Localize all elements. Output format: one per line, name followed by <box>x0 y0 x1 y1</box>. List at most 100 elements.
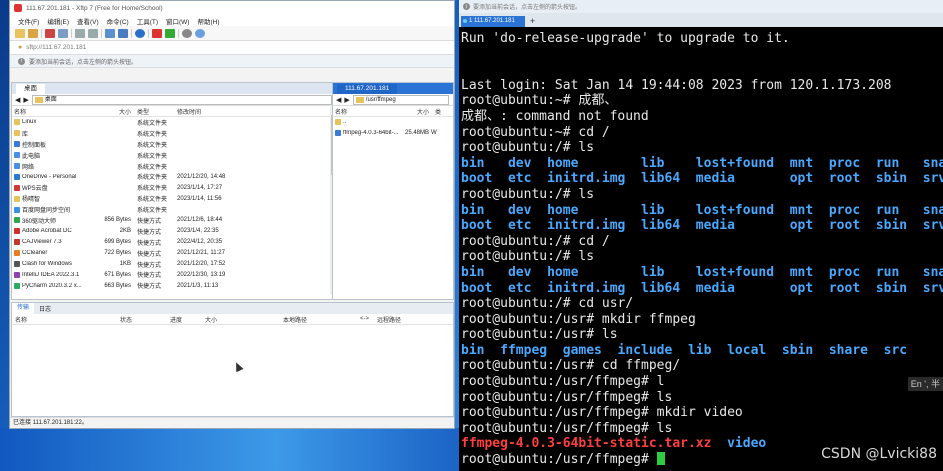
file-row[interactable]: 网络 系统文件夹 <box>12 161 336 172</box>
terminal-text: root@ubuntu:/usr# ls <box>461 327 618 343</box>
info-icon: i <box>18 57 25 65</box>
info-icon: i <box>463 3 470 10</box>
terminal-text: bin dev home lib lost+found mnt proc run… <box>461 202 943 218</box>
xfer-col-size[interactable]: 大小 <box>205 315 283 324</box>
file-row[interactable]: 百度网盘同步空间 系统文件夹 <box>12 204 336 215</box>
view-icon[interactable] <box>118 28 128 38</box>
terminal-text: root@ubuntu:/usr# cd ffmpeg/ <box>461 358 681 374</box>
file-size: 663 Bytes <box>104 282 131 289</box>
file-name: 网络 <box>12 162 91 171</box>
file-icon <box>335 119 341 126</box>
local-path-input[interactable]: 桌面 <box>31 94 332 105</box>
new-session-icon[interactable] <box>15 28 25 38</box>
file-row[interactable]: Clash for Windows 1KB 快捷方式 2021/12/20, 17:5… <box>12 259 336 270</box>
remote-file-row[interactable]: ffmpeg-4.0.3-64bit-... 25.48MB W <box>333 128 453 139</box>
reconnect-icon[interactable] <box>58 28 68 38</box>
disconnect-icon[interactable] <box>45 28 55 38</box>
copy-icon[interactable] <box>75 28 85 38</box>
paste-icon[interactable] <box>88 28 98 38</box>
menu-tools[interactable]: 工具(T) <box>137 16 158 26</box>
file-row[interactable]: CCleaner 722 Bytes 快捷方式 2021/12/21, 11:27 <box>12 248 336 259</box>
menu-help[interactable]: 帮助(H) <box>197 16 219 26</box>
tab-desktop[interactable]: 桌面 <box>16 83 45 94</box>
refresh-icon[interactable] <box>105 28 115 38</box>
xfer-col-progress[interactable]: 进度 <box>170 315 205 324</box>
file-size: 25.48MB <box>404 130 429 137</box>
file-name: 百度网盘同步空间 <box>12 205 91 214</box>
file-row[interactable]: OneDrive - Personal 系统文件夹 2021/12/20, 14:4… <box>12 171 336 182</box>
terminal-line: root@ubuntu:/# cd / <box>461 234 943 250</box>
file-panes: 桌面 ◀ ▶ 桌面 名称 大小 类型 修改时间 Linux 系统文件夹库系统文件夹… <box>10 82 454 300</box>
forward-arrow-icon[interactable]: ▶ <box>23 96 28 104</box>
col-type[interactable]: 类型 <box>137 107 177 116</box>
file-row[interactable]: 360驱动大师 856 Bytes 快捷方式 2021/12/6, 18:44 <box>12 215 336 226</box>
terminal-line: root@ubuntu:/usr/ffmpeg# l <box>461 374 943 390</box>
remote-file-row[interactable]: .. <box>333 117 453 128</box>
col-type[interactable]: 类 <box>435 107 447 116</box>
local-path-row: ◀ ▶ 桌面 <box>12 94 336 106</box>
terminal-line: root@ubuntu:/# ls <box>461 187 943 203</box>
file-name-text: OneDrive - Personal <box>22 173 77 180</box>
tab-remote-session[interactable]: 111.67.201.181 <box>337 83 398 94</box>
file-row[interactable]: WPS云盘 系统文件夹 2023/1/14, 17:27 <box>12 182 336 193</box>
transfer-icon[interactable] <box>165 28 175 38</box>
terminal-line: root@ubuntu:/# ls <box>461 249 943 265</box>
local-pane: 桌面 ◀ ▶ 桌面 名称 大小 类型 修改时间 Linux 系统文件夹库系统文件夹… <box>11 82 337 300</box>
xfer-col-direction[interactable]: <-> <box>360 316 377 322</box>
file-icon <box>14 271 20 278</box>
col-size[interactable]: 大小 <box>399 107 435 116</box>
new-tab-icon[interactable]: + <box>525 15 535 27</box>
file-name: 此电脑 <box>12 151 91 160</box>
menu-edit[interactable]: 编辑(E) <box>47 16 69 26</box>
back-arrow-icon[interactable]: ◀ <box>336 96 341 104</box>
xfer-col-remote-path[interactable]: 远程路径 <box>377 315 427 324</box>
terminal-line: 成都、: command not found <box>461 109 943 125</box>
file-row[interactable]: CAJViewer 7.3 699 Bytes 快捷方式 2022/4/12, 20:… <box>12 237 336 248</box>
menu-window[interactable]: 窗口(W) <box>166 16 189 26</box>
file-row[interactable]: PyCharm 2020.3.2 x... 663 Bytes 快捷方式 2021/1… <box>12 280 336 291</box>
xfer-col-name[interactable]: 名称 <box>12 315 120 324</box>
col-size[interactable]: 大小 <box>91 107 137 116</box>
ime-indicator[interactable]: En ', 半 <box>907 377 943 391</box>
menu-view[interactable]: 查看(V) <box>77 16 99 26</box>
back-arrow-icon[interactable]: ◀ <box>15 96 20 104</box>
file-row[interactable]: 库 系统文件夹 <box>12 128 336 139</box>
terminal-output[interactable]: Run 'do-release-upgrade' to upgrade to i… <box>461 31 943 468</box>
file-name: OneDrive - Personal <box>12 173 91 180</box>
col-name[interactable]: 名称 <box>333 107 399 116</box>
file-row[interactable]: Adobe Acrobat DC 2KB 快捷方式 2023/1/4, 22:35 <box>12 226 336 237</box>
xfer-col-local-path[interactable]: 本地路径 <box>283 315 360 324</box>
help-icon[interactable] <box>195 28 205 38</box>
xshell-icon[interactable] <box>152 28 162 38</box>
address-bar[interactable]: ● sftp://111.67.201.181 <box>10 41 454 55</box>
transfer-tabs: 传输 日志 <box>12 303 453 314</box>
terminal-line: bin dev home lib lost+found mnt proc run… <box>461 203 943 219</box>
file-type: W <box>431 130 437 137</box>
menu-file[interactable]: 文件(F) <box>18 16 39 26</box>
file-row[interactable]: 控制面板 系统文件夹 <box>12 139 336 150</box>
watermark: CSDN @Lvicki88 <box>821 446 937 462</box>
file-row[interactable]: 此电脑 系统文件夹 <box>12 150 336 161</box>
col-modified[interactable]: 修改时间 <box>177 107 247 116</box>
remote-path-input[interactable]: /usr/ffmpeg <box>352 94 449 105</box>
terminal-text: boot etc initrd.img lib64 media opt root… <box>461 218 943 234</box>
terminal-cursor <box>656 452 665 466</box>
forward-arrow-icon[interactable]: ▶ <box>344 96 349 104</box>
file-type: 系统文件夹 <box>137 186 168 193</box>
globe-icon[interactable] <box>135 28 145 38</box>
terminal-text: root@ubuntu:/# cd / <box>461 233 610 249</box>
file-name: PyCharm 2020.3.2 x... <box>12 282 91 289</box>
file-row[interactable]: 杨晴智 系统文件夹 2023/1/14, 11:56 <box>12 193 336 204</box>
file-row[interactable]: IntelliJ IDEA 2022.3.1 671 Bytes 快捷方式 2022/… <box>12 269 336 280</box>
gear-icon[interactable] <box>182 28 192 38</box>
xfer-col-status[interactable]: 状态 <box>120 315 170 324</box>
xftp-titlebar[interactable]: 111.67.201.181 - Xftp 7 (Free for Home/S… <box>10 1 454 15</box>
tab-terminal-session[interactable]: 1 111.67.201.181 <box>461 16 525 27</box>
menu-command[interactable]: 命令(C) <box>107 16 129 26</box>
file-row[interactable]: Linux 系统文件夹 <box>12 117 336 128</box>
open-folder-icon[interactable] <box>28 28 38 38</box>
tab-log[interactable]: 日志 <box>34 304 56 313</box>
tab-transfer[interactable]: 传输 <box>12 303 35 314</box>
col-name[interactable]: 名称 <box>12 107 91 116</box>
remote-pane: 111.67.201.181 ◀ ▶ /usr/ffmpeg 名称 大小 类 .… <box>332 82 454 300</box>
